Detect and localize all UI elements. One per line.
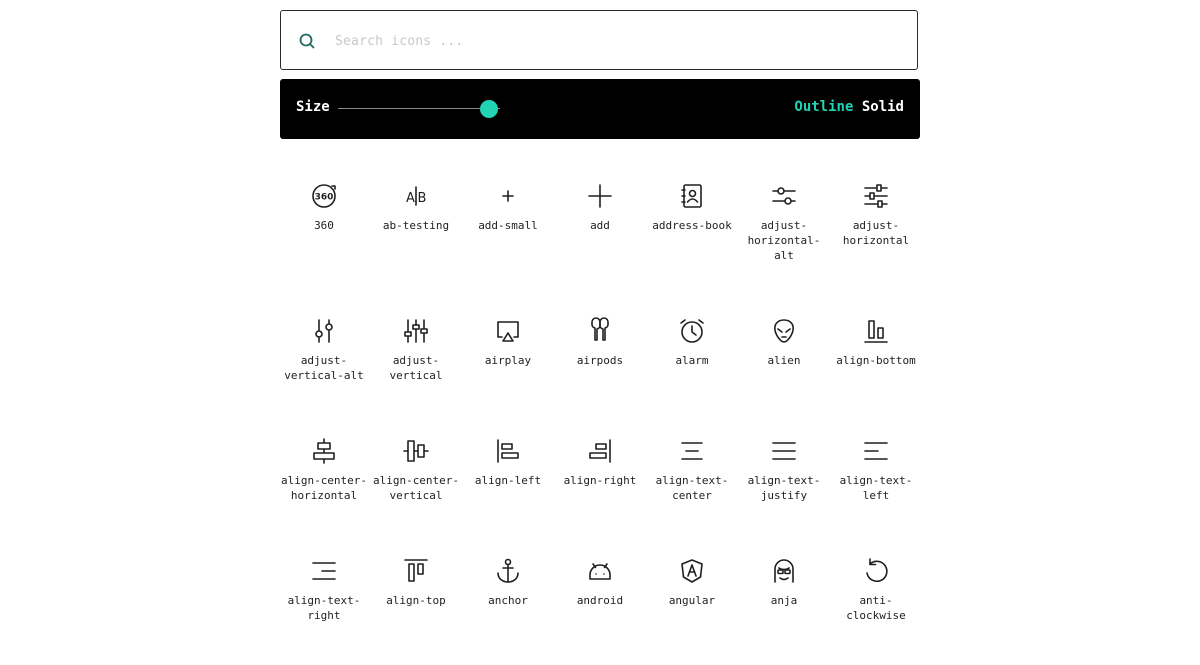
icon-name: airpods (576, 354, 624, 367)
icon-name: airplay (484, 354, 532, 367)
icon-tile-align-center-horizontal[interactable]: align-center-horizontal (278, 437, 370, 503)
align-left-icon (497, 439, 519, 463)
icon-name: align-center-horizontal (280, 474, 368, 502)
icon-name: adjust-vertical-alt (284, 354, 364, 382)
svg-text:360: 360 (315, 193, 334, 203)
icon-tile-align-bottom[interactable]: align-bottom (830, 317, 922, 368)
android-icon (589, 563, 611, 580)
icon-tile-android[interactable]: android (554, 557, 646, 608)
icon-name: align-left (474, 474, 542, 487)
anti-clockwise-icon (866, 558, 888, 583)
icon-name: align-center-vertical (372, 474, 460, 502)
icon-tile-anchor[interactable]: anchor (462, 557, 554, 608)
adjust-horizontal-alt-icon (772, 187, 796, 205)
icon-name: anchor (488, 594, 528, 607)
icon-tile-align-left[interactable]: align-left (462, 437, 554, 488)
size-slider[interactable] (338, 99, 500, 119)
icon-name: align-text-right (287, 594, 361, 622)
slider-thumb[interactable] (479, 100, 498, 118)
icon-name: add (590, 219, 610, 232)
align-bottom-icon (864, 320, 888, 343)
icon-tile-airpods[interactable]: airpods (554, 317, 646, 368)
add-icon (588, 184, 612, 208)
icon-name: align-text-left (839, 474, 913, 502)
address-book-icon (681, 184, 702, 208)
search-box[interactable] (280, 10, 918, 70)
icon-name: align-text-center (655, 474, 729, 502)
align-right-icon (589, 439, 611, 463)
anja-icon (774, 559, 794, 583)
style-toggle: Outline Solid (794, 99, 904, 115)
icon-tile-anja[interactable]: anja (738, 557, 830, 608)
icon-tile-align-text-center[interactable]: align-text-center (646, 437, 738, 503)
search-icon (299, 33, 315, 49)
icon-name: align-bottom (836, 354, 916, 367)
anchor-icon (497, 558, 519, 583)
icon-name: anti-clockwise (846, 594, 906, 622)
icon-tile-alien[interactable]: alien (738, 317, 830, 368)
icon-name: adjust-vertical (389, 354, 443, 382)
icon-tile-adjust-horizontal-alt[interactable]: adjust-horizontal-alt (738, 182, 830, 263)
360-icon: 360 (312, 184, 336, 208)
icon-tile-align-text-justify[interactable]: align-text-justify (738, 437, 830, 503)
alien-icon (774, 319, 794, 343)
align-top-icon (404, 559, 428, 582)
solid-option[interactable]: Solid (862, 99, 904, 115)
icon-name: android (576, 594, 624, 607)
icon-name: alien (767, 354, 801, 367)
icon-name: align-top (386, 594, 446, 607)
adjust-vertical-alt-icon (315, 319, 333, 343)
icon-name: angular (668, 594, 716, 607)
alarm-icon (680, 319, 704, 343)
icon-tile-airplay[interactable]: airplay (462, 317, 554, 368)
icon-tile-address-book[interactable]: address-book (646, 182, 738, 233)
adjust-vertical-icon (404, 319, 428, 343)
airplay-icon (497, 321, 519, 342)
icon-name: anja (770, 594, 798, 607)
svg-text:B: B (418, 191, 427, 206)
airpods-icon (591, 317, 609, 341)
icon-tile-adjust-vertical[interactable]: adjust-vertical (370, 317, 462, 383)
icon-name: align-right (563, 474, 637, 487)
icon-name: address-book (652, 219, 732, 232)
icon-name: adjust-horizontal-alt (747, 219, 821, 262)
icon-tile-angular[interactable]: angular (646, 557, 738, 608)
icon-tile-ab-testing[interactable]: A Bab-testing (370, 182, 462, 233)
align-text-left-icon (864, 442, 888, 460)
adjust-horizontal-icon (864, 184, 888, 208)
icon-name: add-small (478, 219, 538, 232)
search-input[interactable] (333, 25, 897, 57)
icon-name: ab-testing (382, 219, 450, 232)
icon-tile-align-top[interactable]: align-top (370, 557, 462, 608)
icon-tile-alarm[interactable]: alarm (646, 317, 738, 368)
size-label: Size (296, 99, 330, 115)
icon-name: adjust-horizontal (842, 219, 910, 247)
add-small-icon (502, 190, 514, 202)
svg-text:A: A (406, 191, 415, 206)
icon-name: 360 (314, 219, 334, 232)
icon-tile-align-text-left[interactable]: align-text-left (830, 437, 922, 503)
align-center-vertical-icon (403, 440, 429, 462)
icon-tile-align-text-right[interactable]: align-text-right (278, 557, 370, 623)
toolbar: Size Outline Solid (280, 79, 920, 139)
icon-tile-align-center-vertical[interactable]: align-center-vertical (370, 437, 462, 503)
slider-track[interactable] (338, 108, 500, 109)
icon-name: alarm (675, 354, 709, 367)
align-center-horizontal-icon (313, 438, 335, 464)
icon-tile-adjust-vertical-alt[interactable]: adjust-vertical-alt (278, 317, 370, 383)
icon-tile-adjust-horizontal[interactable]: adjust-horizontal (830, 182, 922, 248)
icon-tile-360[interactable]: 360 360 (278, 182, 370, 233)
icon-name: align-text-justify (747, 474, 821, 502)
align-text-right-icon (312, 562, 336, 580)
icon-tile-anti-clockwise[interactable]: anti-clockwise (830, 557, 922, 623)
icon-tile-add[interactable]: add (554, 182, 646, 233)
angular-icon (681, 559, 703, 583)
align-text-center-icon (681, 442, 703, 460)
outline-option[interactable]: Outline (794, 99, 853, 115)
icon-tile-align-right[interactable]: align-right (554, 437, 646, 488)
ab-testing-icon: AB (406, 186, 427, 206)
align-text-justify-icon (772, 442, 796, 460)
icon-tile-add-small[interactable]: add-small (462, 182, 554, 233)
